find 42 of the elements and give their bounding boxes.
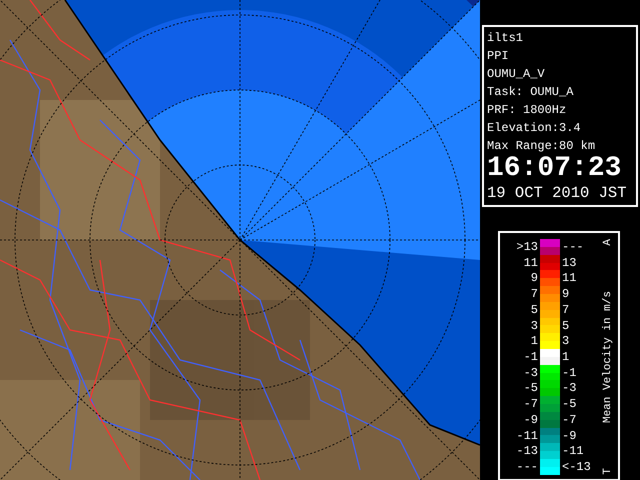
info-line: PPI bbox=[487, 48, 510, 65]
legend-value: 3 bbox=[562, 334, 570, 348]
info-line: Elevation:3.4 bbox=[487, 120, 582, 137]
legend-title: Mean Velocity in m/s bbox=[602, 290, 614, 424]
legend-value: 13 bbox=[562, 256, 578, 270]
legend-value: --- bbox=[515, 460, 538, 474]
legend-value: -13 bbox=[515, 444, 538, 458]
legend-value: 1 bbox=[562, 350, 570, 364]
legend-value: -9 bbox=[562, 428, 578, 443]
info-line: OUMU_A_V bbox=[487, 66, 546, 83]
legend-value: 7 bbox=[562, 302, 570, 317]
legend-value: 9 bbox=[562, 287, 570, 302]
legend-value: --- bbox=[562, 240, 585, 254]
legend-value: 5 bbox=[530, 302, 538, 317]
legend-value: -3 bbox=[522, 366, 538, 380]
legend-value: -7 bbox=[522, 397, 538, 412]
legend-value: -11 bbox=[562, 444, 585, 458]
legend-value: 11 bbox=[562, 271, 578, 286]
legend-value: -11 bbox=[515, 428, 538, 443]
legend-value: -7 bbox=[562, 412, 578, 427]
info-line: PRF: 1800Hz bbox=[487, 102, 568, 119]
info-line: Max Range:80 km bbox=[487, 138, 596, 155]
info-line: Task: OUMU_A bbox=[487, 84, 574, 101]
legend-value: 11 bbox=[522, 256, 538, 270]
legend-value: 5 bbox=[562, 318, 570, 333]
date-text: 19 OCT 2010 JST bbox=[487, 183, 628, 203]
time-text: 16:07:23 bbox=[487, 155, 622, 183]
legend-value: -1 bbox=[562, 366, 578, 380]
legend-value: 9 bbox=[530, 271, 538, 286]
legend-value: -5 bbox=[522, 381, 538, 396]
legend-value: -3 bbox=[562, 381, 578, 396]
legend-value: 1 bbox=[530, 334, 538, 348]
info-line: ilts1 bbox=[487, 30, 524, 47]
legend-bottom-mark: T bbox=[602, 468, 614, 475]
legend-value: <-13 bbox=[562, 460, 592, 474]
legend-value: 3 bbox=[530, 318, 538, 333]
legend-value: 7 bbox=[530, 287, 538, 302]
legend-top-mark: A bbox=[602, 239, 614, 246]
legend-value: >13 bbox=[515, 240, 538, 254]
legend-value: -5 bbox=[562, 397, 578, 412]
legend-value: -9 bbox=[522, 412, 538, 427]
legend-value: -1 bbox=[522, 350, 538, 364]
